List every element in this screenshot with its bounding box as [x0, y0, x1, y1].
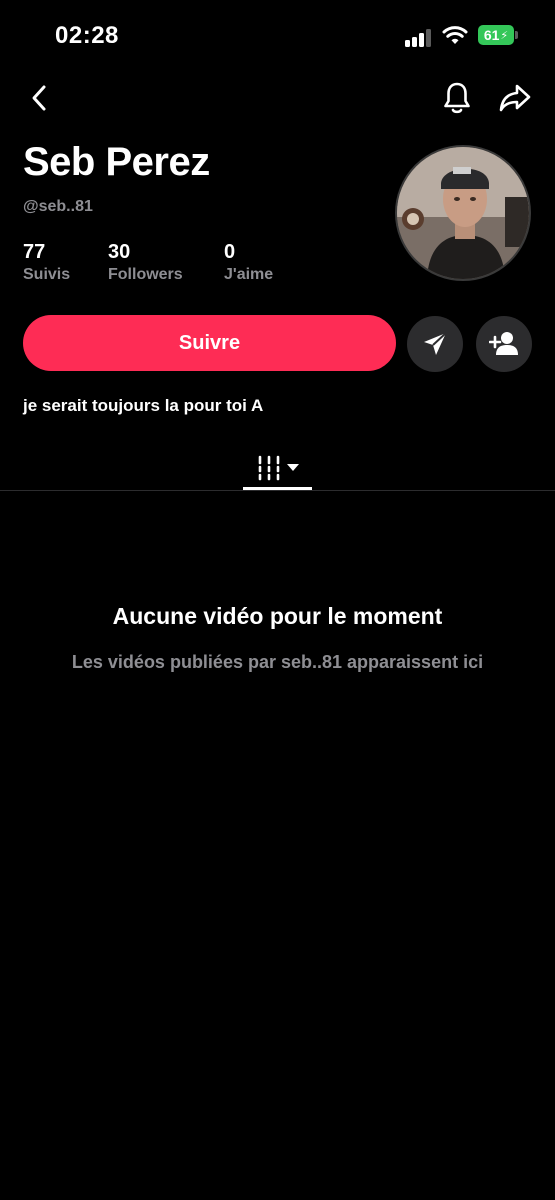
grid-bars-icon: [258, 455, 279, 481]
cellular-signal-icon: [405, 29, 435, 47]
person-add-icon: [489, 332, 518, 355]
stat-followers-count: 30: [108, 241, 131, 263]
stat-followers[interactable]: 30 Followers: [108, 240, 183, 286]
status-time: 02:28: [55, 22, 119, 49]
battery-cap: [515, 31, 518, 39]
caret-down-icon: [286, 464, 299, 471]
notifications-button[interactable]: [438, 78, 476, 118]
message-button[interactable]: [407, 316, 463, 372]
follow-button[interactable]: Suivre: [23, 315, 396, 371]
profile-bio: je serait toujours la pour toi A: [23, 396, 264, 415]
stat-likes-label: J'aime: [224, 266, 274, 283]
tab-videos[interactable]: [243, 446, 312, 490]
add-friend-button[interactable]: [476, 316, 532, 372]
stat-likes: 0 J'aime: [224, 240, 273, 286]
profile-screen: 02:28 61 ⚡ Seb Perez @seb..81 77 Suivis …: [0, 0, 555, 1200]
wifi-icon: [442, 26, 468, 44]
empty-state-title: Aucune vidéo pour le moment: [112, 603, 443, 629]
avatar-photo: [397, 147, 529, 279]
tab-divider: [0, 490, 555, 491]
back-button[interactable]: [22, 80, 56, 116]
share-arrow-icon: [499, 84, 531, 112]
send-icon: [424, 332, 447, 355]
share-button[interactable]: [496, 80, 534, 116]
battery-level: 61: [483, 27, 500, 43]
empty-state-subtitle: Les vidéos publiées par seb..81 apparais…: [71, 652, 484, 672]
stat-following[interactable]: 77 Suivis: [23, 240, 70, 286]
profile-display-name: Seb Perez: [23, 140, 210, 184]
bell-icon: [444, 82, 470, 114]
charging-bolt-icon: ⚡: [500, 29, 509, 42]
chevron-left-icon: [32, 85, 46, 111]
stat-following-label: Suivis: [23, 266, 71, 283]
avatar[interactable]: [395, 145, 531, 281]
stat-followers-label: Followers: [108, 266, 183, 283]
battery-indicator: 61 ⚡: [478, 25, 514, 45]
profile-handle: @seb..81: [23, 198, 93, 215]
stat-following-count: 77: [23, 241, 46, 263]
stat-likes-count: 0: [224, 241, 236, 263]
